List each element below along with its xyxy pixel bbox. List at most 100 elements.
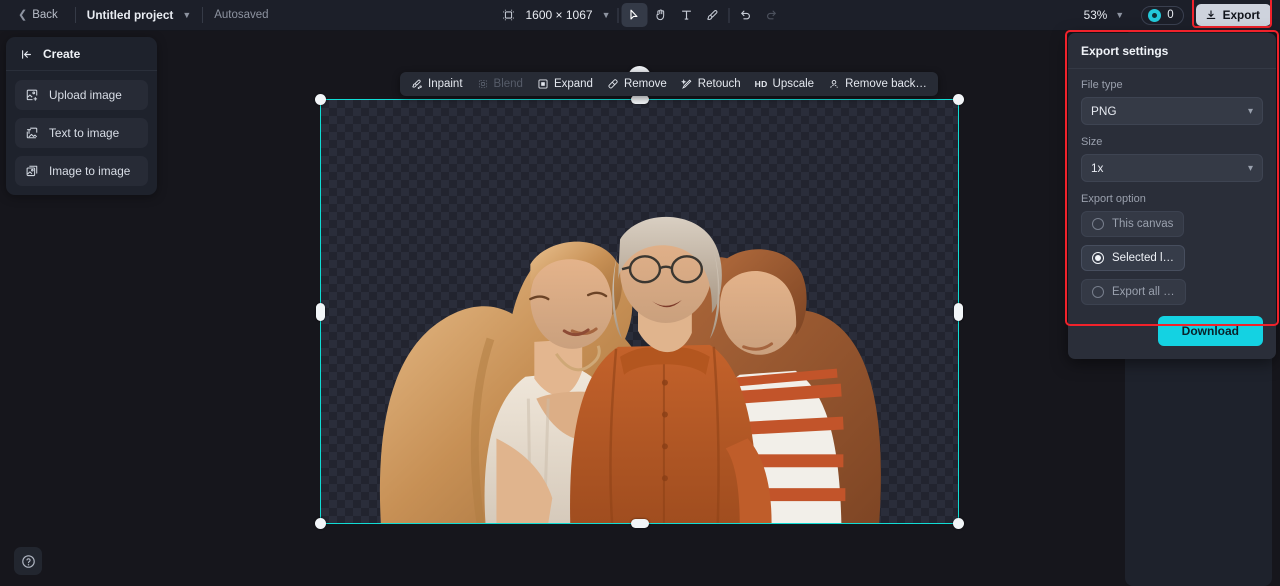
- text-to-image-icon: [25, 126, 39, 140]
- zoom-level: 53%: [1083, 8, 1108, 22]
- download-row: Download: [1081, 316, 1263, 346]
- export-button[interactable]: Export: [1195, 4, 1271, 26]
- text-icon[interactable]: [674, 3, 700, 27]
- remove-button[interactable]: Remove: [600, 75, 674, 93]
- project-name-menu[interactable]: Untitled project ▼: [87, 8, 191, 22]
- file-type-select[interactable]: PNG ▾: [1081, 97, 1263, 125]
- remove-background-icon: [830, 79, 838, 88]
- file-type-label: File type: [1081, 79, 1123, 91]
- project-name: Untitled project: [86, 8, 174, 22]
- resize-handle-middle-right[interactable]: [954, 302, 963, 321]
- credit-coin-icon: [1148, 8, 1162, 22]
- divider: [74, 7, 76, 23]
- text-to-image-label: Text to image: [49, 126, 120, 140]
- top-bar-left: ❮ Back Untitled project ▼ Autosaved: [0, 6, 269, 24]
- hand-icon[interactable]: [648, 3, 674, 27]
- export-button-wrapper: Export: [1191, 0, 1272, 28]
- divider: [202, 7, 204, 23]
- chevron-down-icon: ▼: [1115, 10, 1125, 20]
- resize-handle-bottom-left[interactable]: [315, 518, 326, 529]
- retouch-label: Retouch: [697, 78, 741, 90]
- help-circle-icon: [21, 554, 35, 568]
- inpaint-icon: [412, 79, 422, 90]
- export-option-this-canvas-label: This canvas: [1112, 218, 1174, 230]
- divider: [617, 7, 619, 23]
- top-bar-right: 53% ▼ 0 Export: [1079, 0, 1272, 28]
- export-option-selected-layer[interactable]: Selected l…: [1081, 245, 1186, 271]
- export-settings-title: Export settings: [1068, 33, 1276, 69]
- expand-icon: [538, 79, 548, 89]
- remove-background-button[interactable]: Remove back…: [821, 75, 934, 93]
- export-settings-body: File type PNG ▾ Size 1x ▾ Export option …: [1068, 69, 1276, 359]
- undo-icon[interactable]: [733, 3, 759, 27]
- resize-handle-bottom-right[interactable]: [953, 518, 964, 529]
- create-panel-title: Create: [43, 47, 81, 61]
- inpaint-label: Inpaint: [428, 78, 463, 90]
- resize-handle-bottom-center[interactable]: [630, 519, 649, 528]
- chevron-down-icon: ▼: [182, 10, 192, 20]
- create-panel-header: Create: [6, 37, 157, 71]
- export-option-group: This canvas Selected l… Export all …: [1081, 211, 1263, 305]
- download-button[interactable]: Download: [1157, 316, 1263, 346]
- image-to-image-label: Image to image: [49, 164, 131, 178]
- back-button[interactable]: ❮ Back: [12, 6, 64, 24]
- image-to-image-item[interactable]: Image to image: [15, 156, 148, 186]
- remove-label: Remove: [623, 78, 667, 90]
- chevron-down-icon: ▼: [601, 10, 611, 20]
- expand-label: Expand: [553, 78, 593, 90]
- size-select[interactable]: 1x ▾: [1081, 154, 1263, 182]
- resize-handle-top-center[interactable]: [630, 95, 649, 104]
- upload-image-item[interactable]: Upload image: [15, 80, 148, 110]
- download-button-label: Download: [1181, 324, 1239, 338]
- resize-handle-middle-left[interactable]: [316, 302, 325, 321]
- canvas-size-value: 1600 × 1067: [525, 8, 593, 22]
- export-option-this-canvas[interactable]: This canvas: [1081, 211, 1185, 237]
- text-to-image-item[interactable]: Text to image: [15, 118, 148, 148]
- size-value: 1x: [1091, 161, 1104, 175]
- resize-handle-top-right[interactable]: [953, 94, 964, 105]
- selected-layer-frame[interactable]: [315, 66, 964, 529]
- expand-button[interactable]: Expand: [530, 75, 600, 93]
- size-label: Size: [1081, 136, 1103, 148]
- credits-badge[interactable]: 0: [1141, 5, 1184, 25]
- retouch-icon: [680, 79, 692, 89]
- upload-image-icon: [25, 88, 39, 102]
- radio-icon-selected: [1092, 252, 1104, 264]
- export-button-label: Export: [1222, 8, 1260, 22]
- chevron-left-icon: ❮: [18, 8, 28, 21]
- top-bar-tools: 1600 × 1067 ▼: [496, 3, 785, 27]
- brush-icon[interactable]: [700, 3, 726, 27]
- hd-badge: HD: [754, 79, 768, 89]
- export-option-export-all-label: Export all …: [1112, 286, 1175, 298]
- blend-icon: [478, 79, 487, 89]
- radio-icon: [1092, 286, 1104, 298]
- export-option-export-all[interactable]: Export all …: [1081, 279, 1186, 305]
- download-icon: [1206, 10, 1215, 19]
- autosaved-status: Autosaved: [214, 9, 269, 21]
- create-panel: Create Upload image Text to image Image …: [6, 37, 157, 195]
- redo-icon: [759, 3, 785, 27]
- retouch-button[interactable]: Retouch: [674, 75, 748, 93]
- upscale-button[interactable]: HD Upscale: [748, 75, 821, 93]
- canvas-size-menu[interactable]: 1600 × 1067 ▼: [522, 8, 615, 22]
- layer-image: [321, 100, 958, 523]
- divider: [728, 7, 730, 23]
- help-button[interactable]: [14, 547, 42, 575]
- artboard-icon[interactable]: [496, 3, 522, 27]
- chevron-down-icon: ▾: [1247, 162, 1253, 174]
- resize-handle-top-left[interactable]: [315, 94, 326, 105]
- create-panel-list: Upload image Text to image Image to imag…: [6, 71, 157, 186]
- app-root: ❮ Back Untitled project ▼ Autosaved 1600…: [0, 0, 1280, 586]
- upscale-label: Upscale: [772, 78, 815, 90]
- cursor-icon[interactable]: [621, 3, 648, 27]
- inpaint-button[interactable]: Inpaint: [404, 75, 470, 93]
- zoom-control[interactable]: 53% ▼: [1079, 5, 1130, 25]
- collapse-panel-icon[interactable]: [20, 48, 34, 61]
- layer-actions-toolbar: Inpaint Blend Expand Remove Retouch HD U…: [400, 72, 938, 96]
- remove-icon: [608, 79, 618, 89]
- top-bar: ❮ Back Untitled project ▼ Autosaved 1600…: [0, 0, 1280, 31]
- image-to-image-icon: [25, 164, 39, 178]
- remove-background-label: Remove back…: [845, 78, 927, 90]
- credits-count: 0: [1167, 9, 1174, 21]
- export-option-selected-layer-label: Selected l…: [1112, 252, 1175, 264]
